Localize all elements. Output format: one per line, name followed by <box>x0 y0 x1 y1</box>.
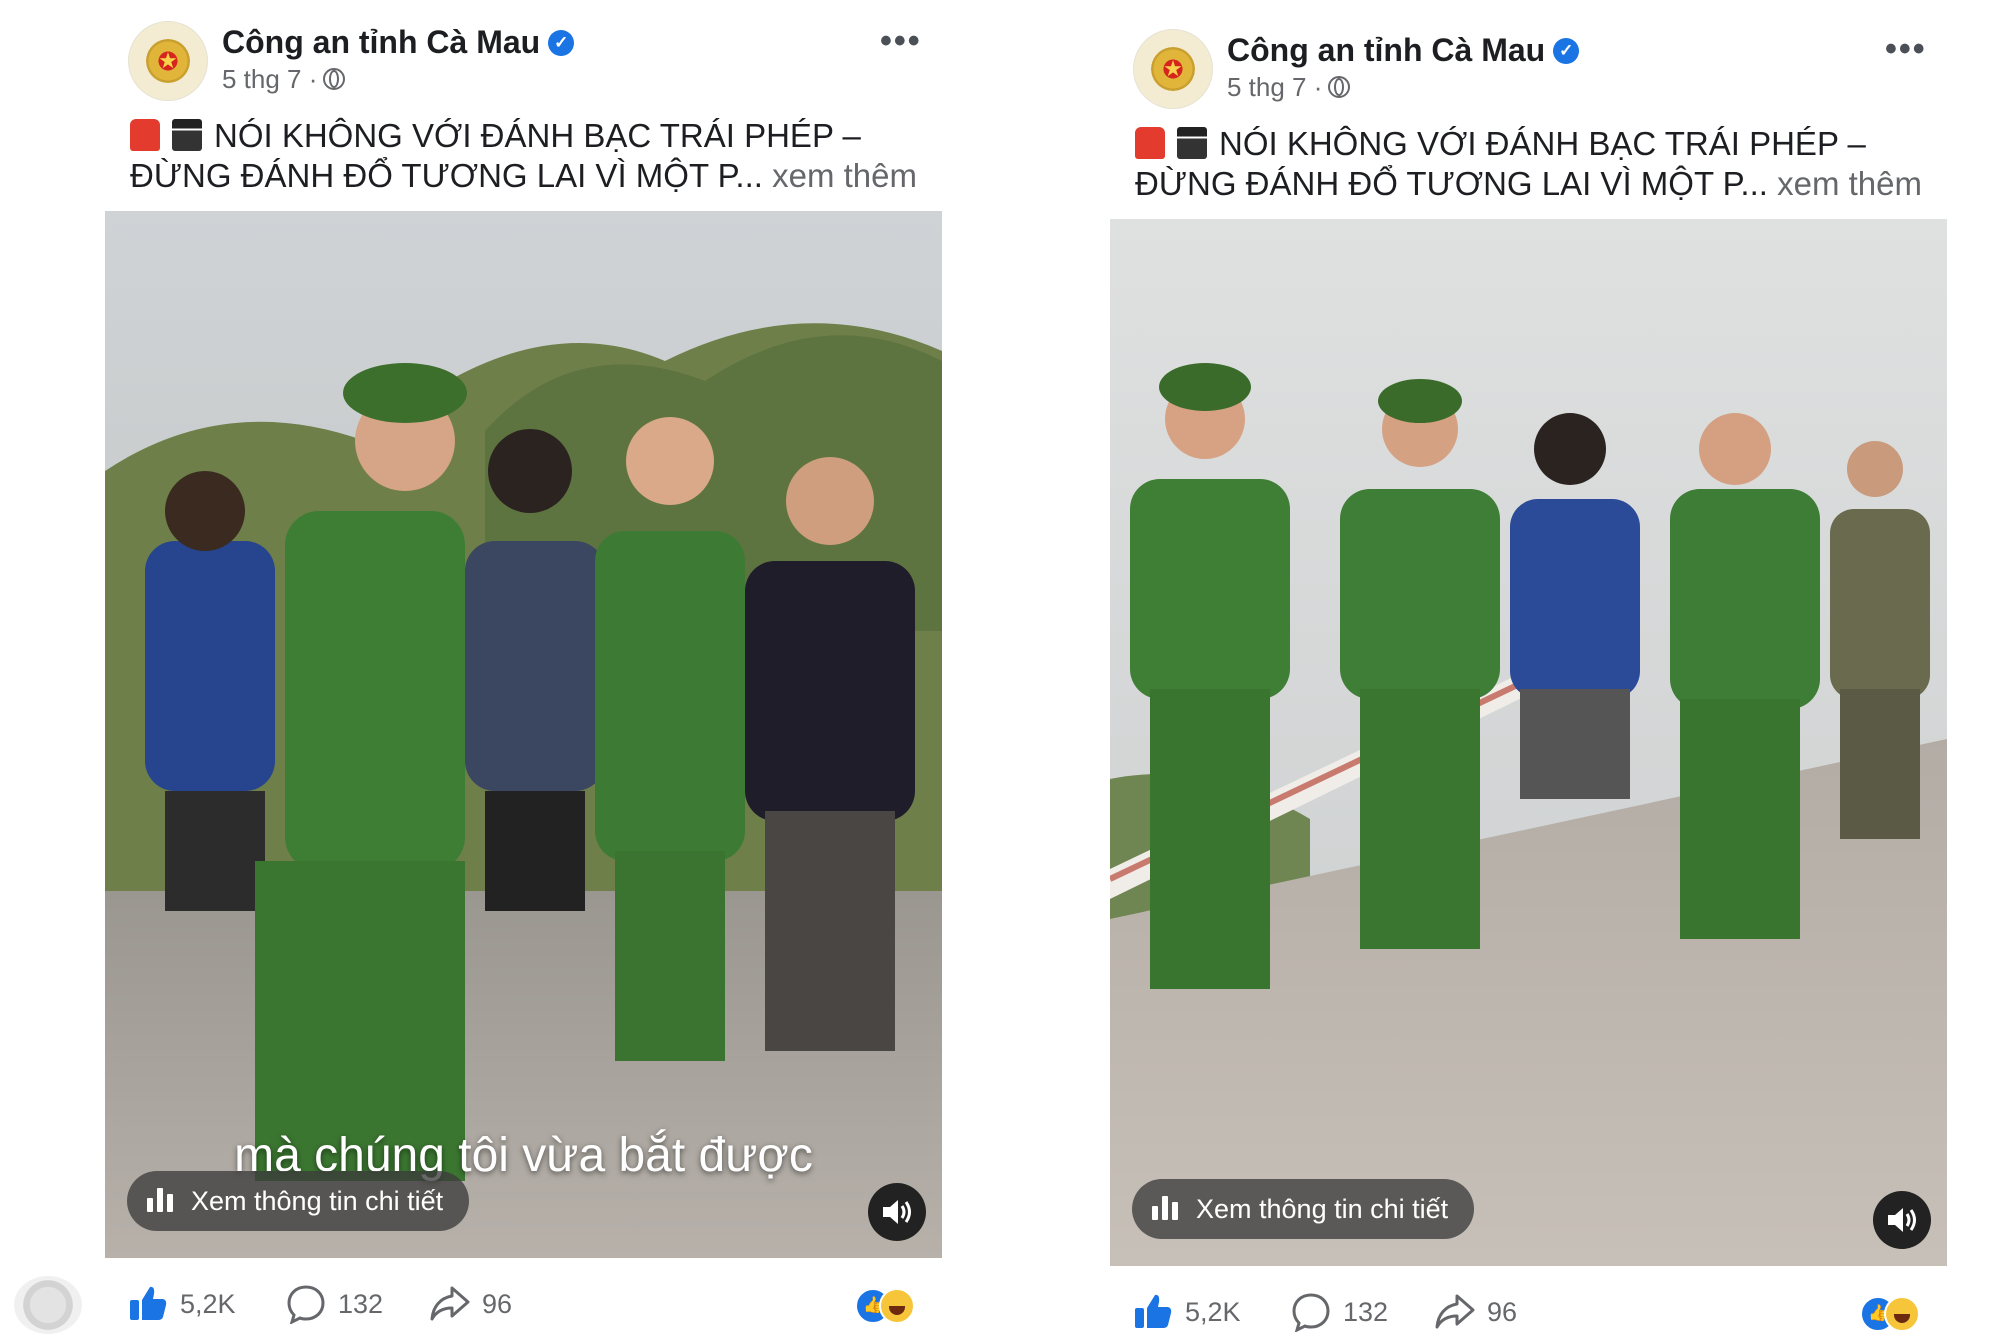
see-more-link[interactable]: xem thêm <box>772 157 917 194</box>
page-name-row: Công an tỉnh Cà Mau ✓ <box>222 24 575 61</box>
post-meta: 5 thg 7 · <box>222 64 346 95</box>
haha-reaction-icon <box>879 1288 915 1324</box>
info-pill-button[interactable]: Xem thông tin chi tiết <box>1132 1179 1475 1239</box>
star-icon: ★ <box>1163 56 1183 81</box>
page-name[interactable]: Công an tỉnh Cà Mau <box>1227 32 1545 68</box>
video-player[interactable]: mà chúng tôi vừa bắt được Xem thông tin … <box>105 211 942 1258</box>
page-avatar[interactable]: ★ <box>128 21 208 101</box>
info-pill-button[interactable]: Xem thông tin chi tiết <box>127 1171 470 1231</box>
caption-line-1: NÓI KHÔNG VỚI ĐÁNH BẠC TRÁI PHÉP – <box>1219 125 1866 162</box>
more-options-icon[interactable]: ••• <box>880 22 922 61</box>
share-icon <box>1435 1294 1475 1329</box>
meta-separator: · <box>308 64 318 94</box>
video-frame <box>1110 219 1947 1266</box>
post-date[interactable]: 5 thg 7 <box>222 64 302 94</box>
globe-icon <box>1328 76 1351 99</box>
siren-emoji-icon <box>130 119 160 152</box>
page-name-row: Công an tỉnh Cà Mau ✓ <box>1227 32 1580 69</box>
comment-icon <box>287 1285 325 1324</box>
reaction-summary[interactable]: 👍 <box>1860 1296 1930 1332</box>
speaker-icon[interactable] <box>868 1183 926 1241</box>
share-icon <box>430 1286 470 1321</box>
more-options-icon[interactable]: ••• <box>1885 30 1927 69</box>
caption-line-2: ĐỪNG ĐÁNH ĐỔ TƯƠNG LAI VÌ MỘT P... <box>130 157 763 194</box>
post-date[interactable]: 5 thg 7 <box>1227 72 1307 102</box>
info-pill-label: Xem thông tin chi tiết <box>191 1186 444 1216</box>
speaker-icon[interactable] <box>1873 1191 1931 1249</box>
clapper-board-emoji-icon <box>172 119 202 152</box>
page-name[interactable]: Công an tỉnh Cà Mau <box>222 24 540 60</box>
post-caption: NÓI KHÔNG VỚI ĐÁNH BẠC TRÁI PHÉP – ĐỪNG … <box>130 116 960 196</box>
video-player[interactable]: Xem thông tin chi tiết <box>1110 219 1947 1266</box>
caption-line-1: NÓI KHÔNG VỚI ĐÁNH BẠC TRÁI PHÉP – <box>214 117 861 154</box>
verified-badge-icon: ✓ <box>1553 37 1580 64</box>
comment-count: 132 <box>1343 1297 1389 1327</box>
post-caption: NÓI KHÔNG VỚI ĐÁNH BẠC TRÁI PHÉP – ĐỪNG … <box>1135 124 1965 204</box>
watermark-seal-icon <box>14 1276 82 1334</box>
share-count: 96 <box>482 1289 513 1319</box>
bar-chart-icon <box>147 1187 177 1212</box>
see-more-link[interactable]: xem thêm <box>1777 165 1922 202</box>
reaction-summary[interactable]: 👍 <box>855 1288 925 1324</box>
siren-emoji-icon <box>1135 127 1165 160</box>
star-icon: ★ <box>158 48 178 73</box>
comment-count: 132 <box>338 1289 384 1319</box>
caption-line-2: ĐỪNG ĐÁNH ĐỔ TƯƠNG LAI VÌ MỘT P... <box>1135 165 1768 202</box>
haha-reaction-icon <box>1884 1296 1920 1332</box>
bar-chart-icon <box>1152 1195 1182 1220</box>
post-1: ★ Công an tỉnh Cà Mau ✓ 5 thg 7 · ••• NÓI… <box>0 0 1000 1334</box>
share-count: 96 <box>1487 1297 1518 1327</box>
info-pill-label: Xem thông tin chi tiết <box>1196 1194 1449 1224</box>
globe-icon <box>323 68 346 91</box>
thumbs-up-icon <box>130 1286 167 1320</box>
like-count: 5,2K <box>180 1289 236 1319</box>
clapper-board-emoji-icon <box>1177 127 1207 160</box>
post-meta: 5 thg 7 · <box>1227 72 1351 103</box>
page-avatar[interactable]: ★ <box>1133 29 1213 109</box>
comment-icon <box>1292 1293 1330 1332</box>
video-frame <box>105 211 942 1258</box>
meta-separator: · <box>1313 72 1323 102</box>
verified-badge-icon: ✓ <box>548 29 575 56</box>
like-count: 5,2K <box>1185 1297 1241 1327</box>
post-2: ★ Công an tỉnh Cà Mau ✓ 5 thg 7 · ••• NÓI… <box>1005 8 2000 1342</box>
thumbs-up-icon <box>1135 1294 1172 1328</box>
